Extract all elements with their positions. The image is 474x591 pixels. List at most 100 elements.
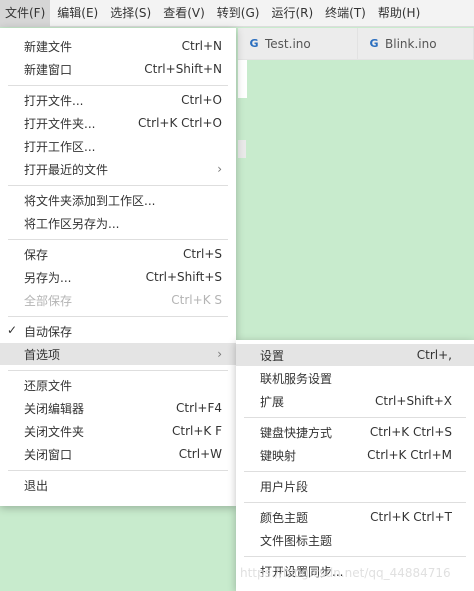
menu-item-label: 新建文件 [24,39,73,54]
menu-item-label: 另存为... [24,270,72,285]
menu-item-open-file[interactable]: 打开文件... Ctrl+O [0,89,236,111]
menu-item-shortcut: Ctrl+W [178,447,222,461]
menu-item-label: 键映射 [260,448,297,463]
watermark: https://blog.csdn.net/qq_44884716 [240,566,451,580]
menu-item-shortcut: Ctrl+K Ctrl+M [367,448,452,462]
menu-item-close-folder[interactable]: 关闭文件夹 Ctrl+K F [0,420,236,442]
preferences-submenu: 设置 Ctrl+, 联机服务设置 扩展 Ctrl+Shift+X 键盘快捷方式 … [236,340,474,591]
menu-item-new-file[interactable]: 新建文件 Ctrl+N [0,35,236,57]
tab-test-ino[interactable]: G Test.ino [238,28,358,59]
menu-separator [244,556,466,557]
menu-item-label: 还原文件 [24,378,73,393]
menu-item-color-theme[interactable]: 颜色主题 Ctrl+K Ctrl+T [236,506,474,528]
menu-item-settings[interactable]: 设置 Ctrl+, [236,344,474,366]
menu-item-online-services[interactable]: 联机服务设置 [236,367,474,389]
menu-item-close-window[interactable]: 关闭窗口 Ctrl+W [0,443,236,465]
menu-item-auto-save[interactable]: ✓ 自动保存 [0,320,236,342]
menu-separator [8,85,228,86]
tab-label: Test.ino [265,36,311,51]
menu-item-open-folder[interactable]: 打开文件夹... Ctrl+K Ctrl+O [0,112,236,134]
menu-item-label: 新建窗口 [24,62,73,77]
menu-item-label: 打开工作区... [24,139,96,154]
menu-item-user-snippets[interactable]: 用户片段 [236,475,474,497]
menu-item-label: 文件图标主题 [260,533,333,548]
chevron-right-icon: › [217,162,222,176]
menubar-help[interactable]: 帮助(H) [373,0,425,27]
menu-item-save[interactable]: 保存 Ctrl+S [0,243,236,265]
menu-item-label: 打开最近的文件 [24,162,109,177]
c-file-icon: G [369,36,379,50]
menu-item-shortcut: Ctrl+F4 [176,401,222,415]
menu-item-save-workspace-as[interactable]: 将工作区另存为... [0,212,236,234]
menu-separator [8,185,228,186]
menu-item-label: 首选项 [24,347,61,362]
menu-item-keyboard-shortcuts[interactable]: 键盘快捷方式 Ctrl+K Ctrl+S [236,421,474,443]
tab-blink-ino[interactable]: G Blink.ino [358,28,474,59]
menu-item-shortcut: Ctrl+Shift+N [144,62,222,76]
editor-tabbar: G Test.ino G Blink.ino [238,28,474,60]
menu-item-label: 联机服务设置 [260,371,333,386]
menu-separator [8,470,228,471]
menu-item-extensions[interactable]: 扩展 Ctrl+Shift+X [236,390,474,412]
menubar-view[interactable]: 查看(V) [158,0,210,27]
menu-item-open-recent[interactable]: 打开最近的文件 › [0,158,236,180]
menubar-run[interactable]: 运行(R) [266,0,318,27]
editor-gutter [238,60,247,98]
menu-separator [8,316,228,317]
menu-item-new-window[interactable]: 新建窗口 Ctrl+Shift+N [0,58,236,80]
chevron-right-icon: › [217,347,222,361]
menu-item-save-as[interactable]: 另存为... Ctrl+Shift+S [0,266,236,288]
menu-item-shortcut: Ctrl+O [181,93,222,107]
menu-item-exit[interactable]: 退出 [0,474,236,496]
menu-item-shortcut: Ctrl+Shift+X [375,394,452,408]
menu-item-save-all: 全部保存 Ctrl+K S [0,289,236,311]
checkmark-icon: ✓ [7,323,18,337]
editor-gutter-mark [238,140,246,158]
menu-item-label: 打开文件夹... [24,116,96,131]
menu-item-shortcut: Ctrl+K Ctrl+O [138,116,222,130]
tab-label: Blink.ino [385,36,437,51]
menu-item-label: 退出 [24,478,49,493]
menu-item-shortcut: Ctrl+K Ctrl+T [370,510,452,524]
menu-item-file-icon-theme[interactable]: 文件图标主题 [236,529,474,551]
menu-separator [8,239,228,240]
menu-item-shortcut: Ctrl+K S [171,293,222,307]
menu-separator [244,417,466,418]
menu-item-revert-file[interactable]: 还原文件 [0,374,236,396]
menu-item-label: 将工作区另存为... [24,216,120,231]
menubar-selection[interactable]: 选择(S) [105,0,156,27]
menu-separator [8,370,228,371]
menu-item-label: 键盘快捷方式 [260,425,333,440]
menubar-go[interactable]: 转到(G) [212,0,265,27]
menu-item-close-editor[interactable]: 关闭编辑器 Ctrl+F4 [0,397,236,419]
menu-item-shortcut: Ctrl+N [181,39,222,53]
menu-item-shortcut: Ctrl+Shift+S [145,270,222,284]
menu-item-label: 扩展 [260,394,285,409]
menu-item-label: 保存 [24,247,49,262]
menu-item-label: 用户片段 [260,479,309,494]
menu-item-shortcut: Ctrl+S [182,247,222,261]
menubar-terminal[interactable]: 终端(T) [320,0,371,27]
menu-item-label: 颜色主题 [260,510,309,525]
menu-item-shortcut: Ctrl+K Ctrl+S [369,425,452,439]
menu-item-label: 设置 [260,348,285,363]
menu-item-label: 自动保存 [24,324,73,339]
menubar-edit[interactable]: 编辑(E) [52,0,103,27]
menu-item-label: 将文件夹添加到工作区... [24,193,156,208]
menu-separator [244,502,466,503]
menubar: 文件(F) 编辑(E) 选择(S) 查看(V) 转到(G) 运行(R) 终端(T… [0,0,474,27]
menubar-file[interactable]: 文件(F) [0,0,51,27]
menu-item-add-folder-to-workspace[interactable]: 将文件夹添加到工作区... [0,189,236,211]
menu-item-label: 关闭编辑器 [24,401,85,416]
menu-item-label: 全部保存 [24,293,73,308]
menu-item-keymaps[interactable]: 键映射 Ctrl+K Ctrl+M [236,444,474,466]
menu-item-shortcut: Ctrl+K F [172,424,222,438]
c-file-icon: G [249,36,259,50]
menu-item-open-workspace[interactable]: 打开工作区... [0,135,236,157]
menu-item-label: 关闭窗口 [24,447,73,462]
menu-item-preferences[interactable]: 首选项 › [0,343,236,365]
menu-separator [244,471,466,472]
menu-item-shortcut: Ctrl+, [416,348,452,362]
menu-item-label: 关闭文件夹 [24,424,85,439]
menu-item-label: 打开文件... [24,93,84,108]
